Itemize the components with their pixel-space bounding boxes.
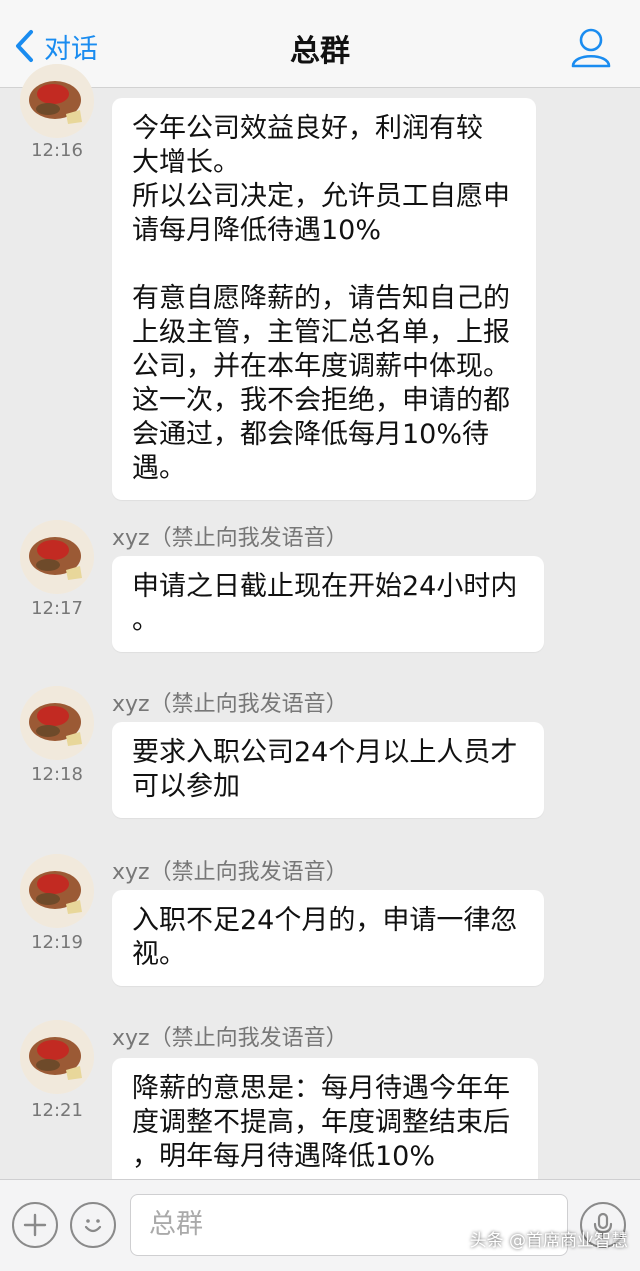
sender-name: xyz（禁止向我发语音） (112, 1026, 348, 1051)
message-time: 12:19 (31, 932, 83, 953)
message-text: 遇。 (132, 453, 186, 484)
emoji-button[interactable] (70, 1202, 116, 1248)
message-text: 度调整不提高，年度调整结束后 (132, 1107, 510, 1138)
message-text: 。 (132, 605, 159, 636)
message-text: 申请之日截止现在开始24小时内 (132, 571, 518, 602)
message-text: 大增长。 (132, 147, 240, 178)
avatar[interactable] (20, 520, 94, 594)
message-text: 请每月降低待遇10% (132, 215, 382, 246)
message-time: 12:21 (31, 1100, 83, 1121)
message-time: 12:18 (31, 764, 83, 785)
message-bubble[interactable]: 今年公司效益良好，利润有较 大增长。 所以公司决定，允许员工自愿申 请每月降低待… (112, 98, 536, 500)
navigation-bar: 对话 总群 (0, 0, 640, 88)
message-text: 今年公司效益良好，利润有较 (132, 113, 483, 144)
smiley-icon (84, 1219, 102, 1233)
avatar-image (20, 686, 94, 760)
message-input-bar: 总群 头条 @首席商业智慧 (0, 1179, 640, 1271)
message-bubble[interactable]: 申请之日截止现在开始24小时内 。 (112, 556, 544, 652)
avatar-image (20, 520, 94, 594)
message-text: 入职不足24个月的，申请一律忽 (132, 905, 518, 936)
sender-name: xyz（禁止向我发语音） (112, 526, 348, 551)
watermark: 头条 @首席商业智慧 (469, 1231, 628, 1251)
group-profile-button[interactable] (570, 26, 612, 68)
avatar-image (20, 64, 94, 138)
avatar[interactable] (20, 854, 94, 928)
message-text: 这一次，我不会拒绝，申请的都 (132, 385, 510, 416)
message-bubble[interactable]: 入职不足24个月的，申请一律忽 视。 (112, 890, 544, 986)
message-text: 有意自愿降薪的，请告知自己的 (132, 283, 510, 314)
message-bubble[interactable]: 降薪的意思是：每月待遇今年年 度调整不提高，年度调整结束后 ，明年每月待遇降低1… (112, 1058, 538, 1188)
message-text: 要求入职公司24个月以上人员才 (132, 737, 518, 768)
avatar[interactable] (20, 64, 94, 138)
plus-icon (23, 1213, 47, 1237)
sender-name: xyz（禁止向我发语音） (112, 692, 348, 717)
sender-name: xyz（禁止向我发语音） (112, 860, 348, 885)
avatar-image (20, 854, 94, 928)
avatar[interactable] (20, 686, 94, 760)
message-text: 公司，并在本年度调薪中体现。 (132, 351, 510, 382)
message-text: 会通过，都会降低每月10%待 (132, 419, 490, 450)
message-text: ，明年每月待遇降低10% (132, 1141, 436, 1172)
chat-title: 总群 (290, 34, 350, 69)
avatar-image (20, 1020, 94, 1094)
person-icon (571, 28, 611, 68)
message-text: 视。 (132, 939, 186, 970)
avatar[interactable] (20, 1020, 94, 1094)
message-text: 降薪的意思是：每月待遇今年年 (132, 1073, 510, 1104)
message-text: 上级主管，主管汇总名单，上报 (132, 317, 510, 348)
message-time: 12:17 (31, 598, 83, 619)
message-text: 可以参加 (132, 771, 240, 802)
message-bubble[interactable]: 要求入职公司24个月以上人员才 可以参加 (112, 722, 544, 818)
message-text: 所以公司决定，允许员工自愿申 (132, 181, 510, 212)
add-button[interactable] (12, 1202, 58, 1248)
message-time: 12:16 (31, 140, 83, 161)
